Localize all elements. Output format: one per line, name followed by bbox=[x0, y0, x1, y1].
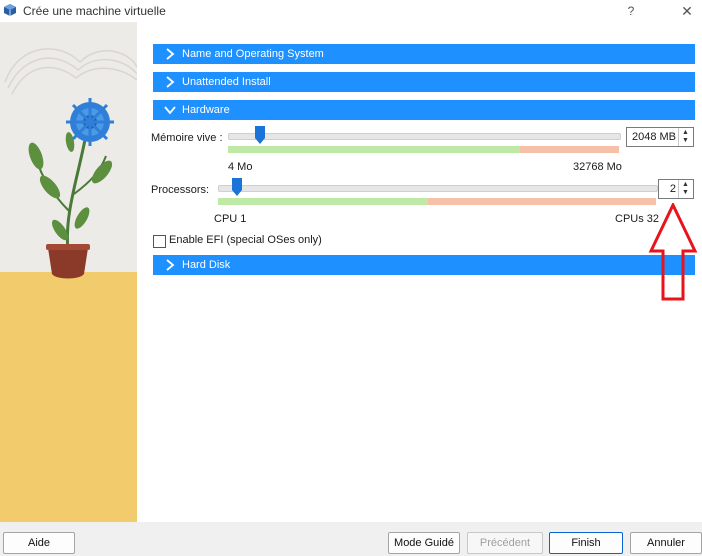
previous-button[interactable]: Précédent bbox=[467, 532, 543, 554]
memory-spin-arrows[interactable]: ▲ ▼ bbox=[678, 128, 693, 146]
guided-mode-button[interactable]: Mode Guidé bbox=[388, 532, 460, 554]
processors-slider-track[interactable] bbox=[218, 185, 658, 192]
cancel-button[interactable]: Annuler bbox=[630, 532, 702, 554]
spin-down-icon[interactable]: ▼ bbox=[682, 189, 689, 196]
spin-down-icon[interactable]: ▼ bbox=[682, 137, 689, 144]
virtualbox-icon bbox=[4, 4, 16, 16]
red-arrow-annotation bbox=[648, 203, 698, 301]
section-label: Hard Disk bbox=[182, 259, 231, 271]
flower-illustration bbox=[0, 22, 137, 522]
memory-spinbox[interactable]: 2048 MB ▲ ▼ bbox=[626, 127, 694, 147]
help-icon[interactable]: ? bbox=[622, 2, 640, 20]
processors-scale bbox=[218, 198, 656, 205]
memory-max-label: 32768 Mo bbox=[573, 161, 622, 173]
chevron-right-icon bbox=[166, 76, 175, 88]
efi-label[interactable]: Enable EFI (special OSes only) bbox=[169, 234, 322, 246]
wizard-main-panel: Name and Operating System Unattended Ins… bbox=[137, 22, 702, 522]
section-hard-disk[interactable]: Hard Disk bbox=[153, 255, 695, 275]
memory-slider-handle[interactable] bbox=[255, 126, 266, 144]
memory-label: Mémoire vive : bbox=[151, 132, 223, 144]
section-label: Unattended Install bbox=[182, 76, 271, 88]
processors-spinbox[interactable]: 2 ▲ ▼ bbox=[658, 179, 694, 199]
chevron-right-icon bbox=[166, 48, 175, 60]
memory-slider-track[interactable] bbox=[228, 133, 621, 140]
processors-value: 2 bbox=[669, 183, 676, 195]
section-hardware[interactable]: Hardware bbox=[153, 100, 695, 120]
processors-spin-arrows[interactable]: ▲ ▼ bbox=[678, 180, 693, 198]
spin-up-icon[interactable]: ▲ bbox=[682, 129, 689, 136]
spin-up-icon[interactable]: ▲ bbox=[682, 181, 689, 188]
processors-min-label: CPU 1 bbox=[214, 213, 247, 225]
finish-button[interactable]: Finish bbox=[549, 532, 623, 554]
button-bar: Aide Mode Guidé Précédent Finish Annuler bbox=[0, 522, 702, 556]
section-unattended[interactable]: Unattended Install bbox=[153, 72, 695, 92]
title-bar: Crée une machine virtuelle ? ✕ bbox=[0, 0, 702, 22]
section-label: Hardware bbox=[182, 104, 230, 116]
memory-scale bbox=[228, 146, 619, 153]
section-name-os[interactable]: Name and Operating System bbox=[153, 44, 695, 64]
chevron-down-icon bbox=[164, 106, 176, 115]
chevron-right-icon bbox=[166, 259, 175, 271]
help-button[interactable]: Aide bbox=[3, 532, 75, 554]
efi-checkbox[interactable] bbox=[153, 235, 166, 248]
memory-value: 2048 MB bbox=[631, 131, 676, 143]
processors-label: Processors: bbox=[151, 184, 210, 196]
memory-min-label: 4 Mo bbox=[228, 161, 253, 173]
close-icon[interactable]: ✕ bbox=[678, 2, 696, 20]
window-title: Crée une machine virtuelle bbox=[23, 4, 166, 18]
section-label: Name and Operating System bbox=[182, 48, 324, 60]
processors-slider-handle[interactable] bbox=[232, 178, 243, 196]
wizard-illustration bbox=[0, 22, 137, 522]
